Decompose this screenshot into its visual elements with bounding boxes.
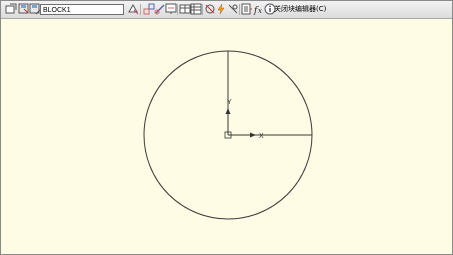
block-table-icon[interactable] [241, 3, 253, 15]
authoring-palettes-icon[interactable] [127, 3, 139, 15]
drawing-canvas[interactable]: Y X [1, 19, 452, 254]
attribute-icon[interactable] [227, 3, 239, 15]
lookup-table-icon[interactable] [190, 3, 202, 15]
toolbar-separator [239, 4, 240, 15]
close-block-editor-button[interactable]: 关闭块编辑器(C) [274, 4, 326, 15]
parameter-set-icon[interactable] [165, 3, 177, 15]
block-editor-open-icon[interactable] [5, 3, 17, 15]
ucs-y-label: Y [227, 99, 232, 106]
block-editor-toolbar: BLOCK1 f x 关闭块编辑器(C) [1, 1, 452, 19]
auto-constrain-icon[interactable] [215, 3, 227, 15]
toolbar-separator [140, 4, 141, 15]
svg-text:x: x [258, 7, 262, 15]
block-editor-window: BLOCK1 f x 关闭块编辑器(C) Y X [0, 0, 453, 255]
block-name-field[interactable]: BLOCK1 [40, 4, 124, 15]
toolbar-separator [177, 4, 178, 15]
ucs-icon [224, 108, 256, 139]
toolbar-separator [202, 4, 203, 15]
ucs-x-label: X [259, 133, 264, 140]
